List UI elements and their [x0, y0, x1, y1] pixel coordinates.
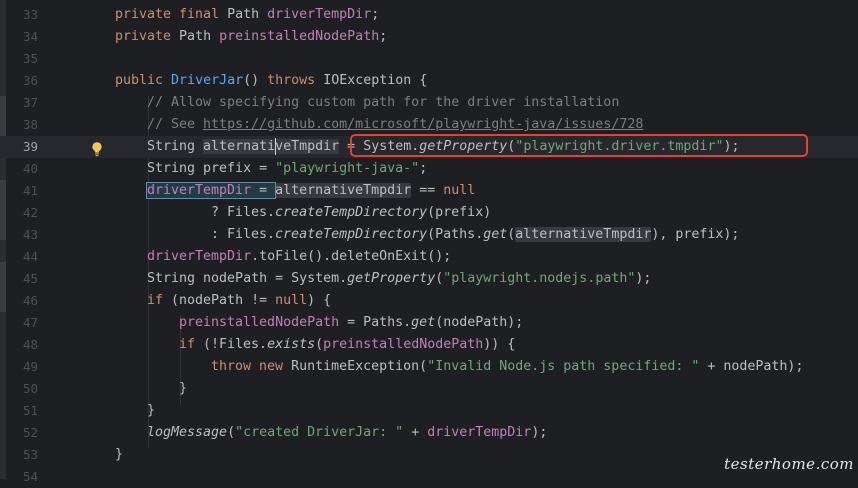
line-number: 38 [22, 117, 38, 132]
code-text: driverTempDir.toFile().deleteOnExit(); [147, 249, 452, 264]
line-number: 45 [22, 271, 38, 286]
code-line[interactable]: 44 driverTempDir.toFile().deleteOnExit()… [0, 246, 858, 268]
code-line[interactable]: 45 String nodePath = System.getProperty(… [0, 268, 858, 290]
line-number: 33 [22, 7, 38, 22]
code-line[interactable]: 33 private final Path driverTempDir; [0, 4, 858, 26]
code-text: private Path preinstalledNodePath; [115, 29, 388, 44]
line-number: 37 [22, 95, 38, 110]
line-number: 42 [22, 205, 38, 220]
code-line[interactable]: 42 ? Files.createTempDirectory(prefix) [0, 202, 858, 224]
line-number: 44 [22, 249, 38, 264]
code-line[interactable]: 49 throw new RuntimeException("Invalid N… [0, 356, 858, 378]
code-text: : Files.createTempDirectory(Paths.get(al… [211, 227, 740, 242]
code-line[interactable]: 51 } [0, 400, 858, 422]
annotation-highlight-box [350, 134, 808, 157]
code-line[interactable]: 38 // See https://github.com/microsoft/p… [0, 114, 858, 136]
lightbulb-icon[interactable] [90, 141, 104, 157]
code-text: driverTempDir = alternativeTmpdir == nul… [145, 182, 476, 199]
line-number: 48 [22, 337, 38, 352]
line-number: 50 [22, 381, 38, 396]
code-text: throw new RuntimeException("Invalid Node… [211, 359, 804, 374]
code-line[interactable]: 36 public DriverJar() throws IOException… [0, 70, 858, 92]
line-number: 51 [22, 403, 38, 418]
code-line[interactable]: 50 } [0, 378, 858, 400]
code-text: private final Path driverTempDir; [115, 7, 380, 22]
code-line[interactable]: 34 private Path preinstalledNodePath; [0, 26, 858, 48]
code-text: // See https://github.com/microsoft/play… [147, 117, 644, 132]
code-line[interactable]: 47 preinstalledNodePath = Paths.get(node… [0, 312, 858, 334]
line-number: 36 [22, 73, 38, 88]
code-line[interactable]: 43 : Files.createTempDirectory(Paths.get… [0, 224, 858, 246]
line-number: 49 [22, 359, 38, 374]
line-number: 40 [22, 161, 38, 176]
code-line[interactable]: 41 driverTempDir = alternativeTmpdir == … [0, 180, 858, 202]
code-line[interactable]: 37 // Allow specifying custom path for t… [0, 92, 858, 114]
line-number: 46 [22, 293, 38, 308]
line-number: 41 [22, 183, 38, 198]
code-text: logMessage("created DriverJar: " + drive… [147, 425, 548, 440]
code-line[interactable]: 52 logMessage("created DriverJar: " + dr… [0, 422, 858, 444]
line-number: 52 [22, 425, 38, 440]
code-editor[interactable]: 33 private final Path driverTempDir; 34 … [0, 0, 858, 484]
line-number: 43 [22, 227, 38, 242]
code-text: ? Files.createTempDirectory(prefix) [211, 205, 492, 220]
code-text: public DriverJar() throws IOException { [115, 73, 428, 88]
line-number: 47 [22, 315, 38, 330]
line-number: 53 [22, 447, 38, 462]
code-text: String nodePath = System.getProperty("pl… [147, 271, 652, 286]
code-text: if (!Files.exists(preinstalledNodePath))… [179, 337, 516, 352]
code-text: preinstalledNodePath = Paths.get(nodePat… [179, 315, 524, 330]
code-text: } [147, 403, 156, 418]
code-line[interactable]: 35 [0, 48, 858, 70]
code-line[interactable]: 40 String prefix = "playwright-java-"; [0, 158, 858, 180]
issue-link[interactable]: https://github.com/microsoft/playwright-… [203, 117, 643, 132]
line-number: 34 [22, 29, 38, 44]
line-number: 54 [22, 469, 38, 484]
line-number: 39 [22, 139, 38, 154]
code-text: } [115, 447, 124, 462]
code-line[interactable]: 46 if (nodePath != null) { [0, 290, 858, 312]
code-text: String prefix = "playwright-java-"; [147, 161, 428, 176]
code-line[interactable]: 48 if (!Files.exists(preinstalledNodePat… [0, 334, 858, 356]
code-text: if (nodePath != null) { [147, 293, 332, 308]
watermark: testerhome.com [724, 455, 854, 473]
code-text: // Allow specifying custom path for the … [147, 95, 620, 110]
code-text: } [179, 381, 188, 396]
line-number: 35 [22, 51, 38, 66]
